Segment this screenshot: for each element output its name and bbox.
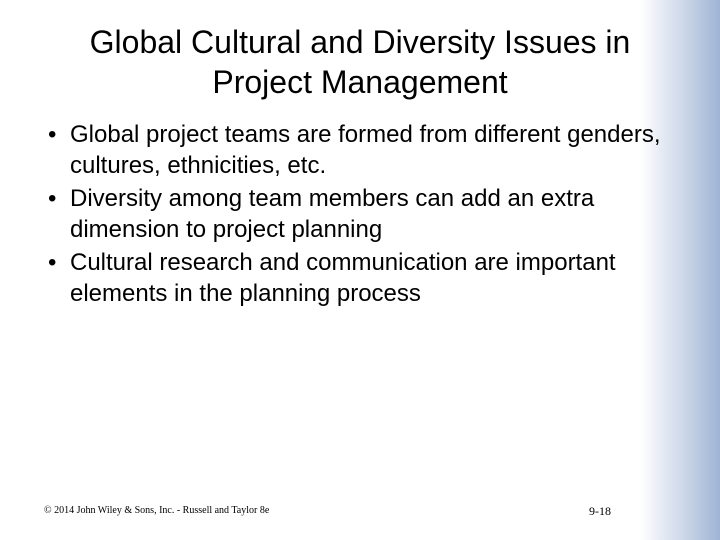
slide-title-line-2: Project Management <box>212 64 508 100</box>
bullet-item: • Diversity among team members can add a… <box>48 183 668 245</box>
slide-title: Global Cultural and Diversity Issues in … <box>40 22 680 102</box>
bullet-dot-icon: • <box>48 249 57 276</box>
slide: Global Cultural and Diversity Issues in … <box>0 0 720 540</box>
footer-page-number: 9-18 <box>589 504 611 518</box>
bullet-item: • Cultural research and communication ar… <box>48 247 668 309</box>
bullet-text: Cultural research and communication are … <box>70 249 616 307</box>
bullet-dot-icon: • <box>48 121 57 148</box>
bullet-list: • Global project teams are formed from d… <box>48 119 668 311</box>
bullet-text: Global project teams are formed from dif… <box>70 121 661 179</box>
slide-title-line-1: Global Cultural and Diversity Issues in <box>89 24 631 60</box>
bullet-text: Diversity among team members can add an … <box>70 185 595 243</box>
footer-copyright: © 2014 John Wiley & Sons, Inc. - Russell… <box>44 505 270 516</box>
bullet-item: • Global project teams are formed from d… <box>48 119 668 181</box>
bullet-dot-icon: • <box>48 185 57 212</box>
